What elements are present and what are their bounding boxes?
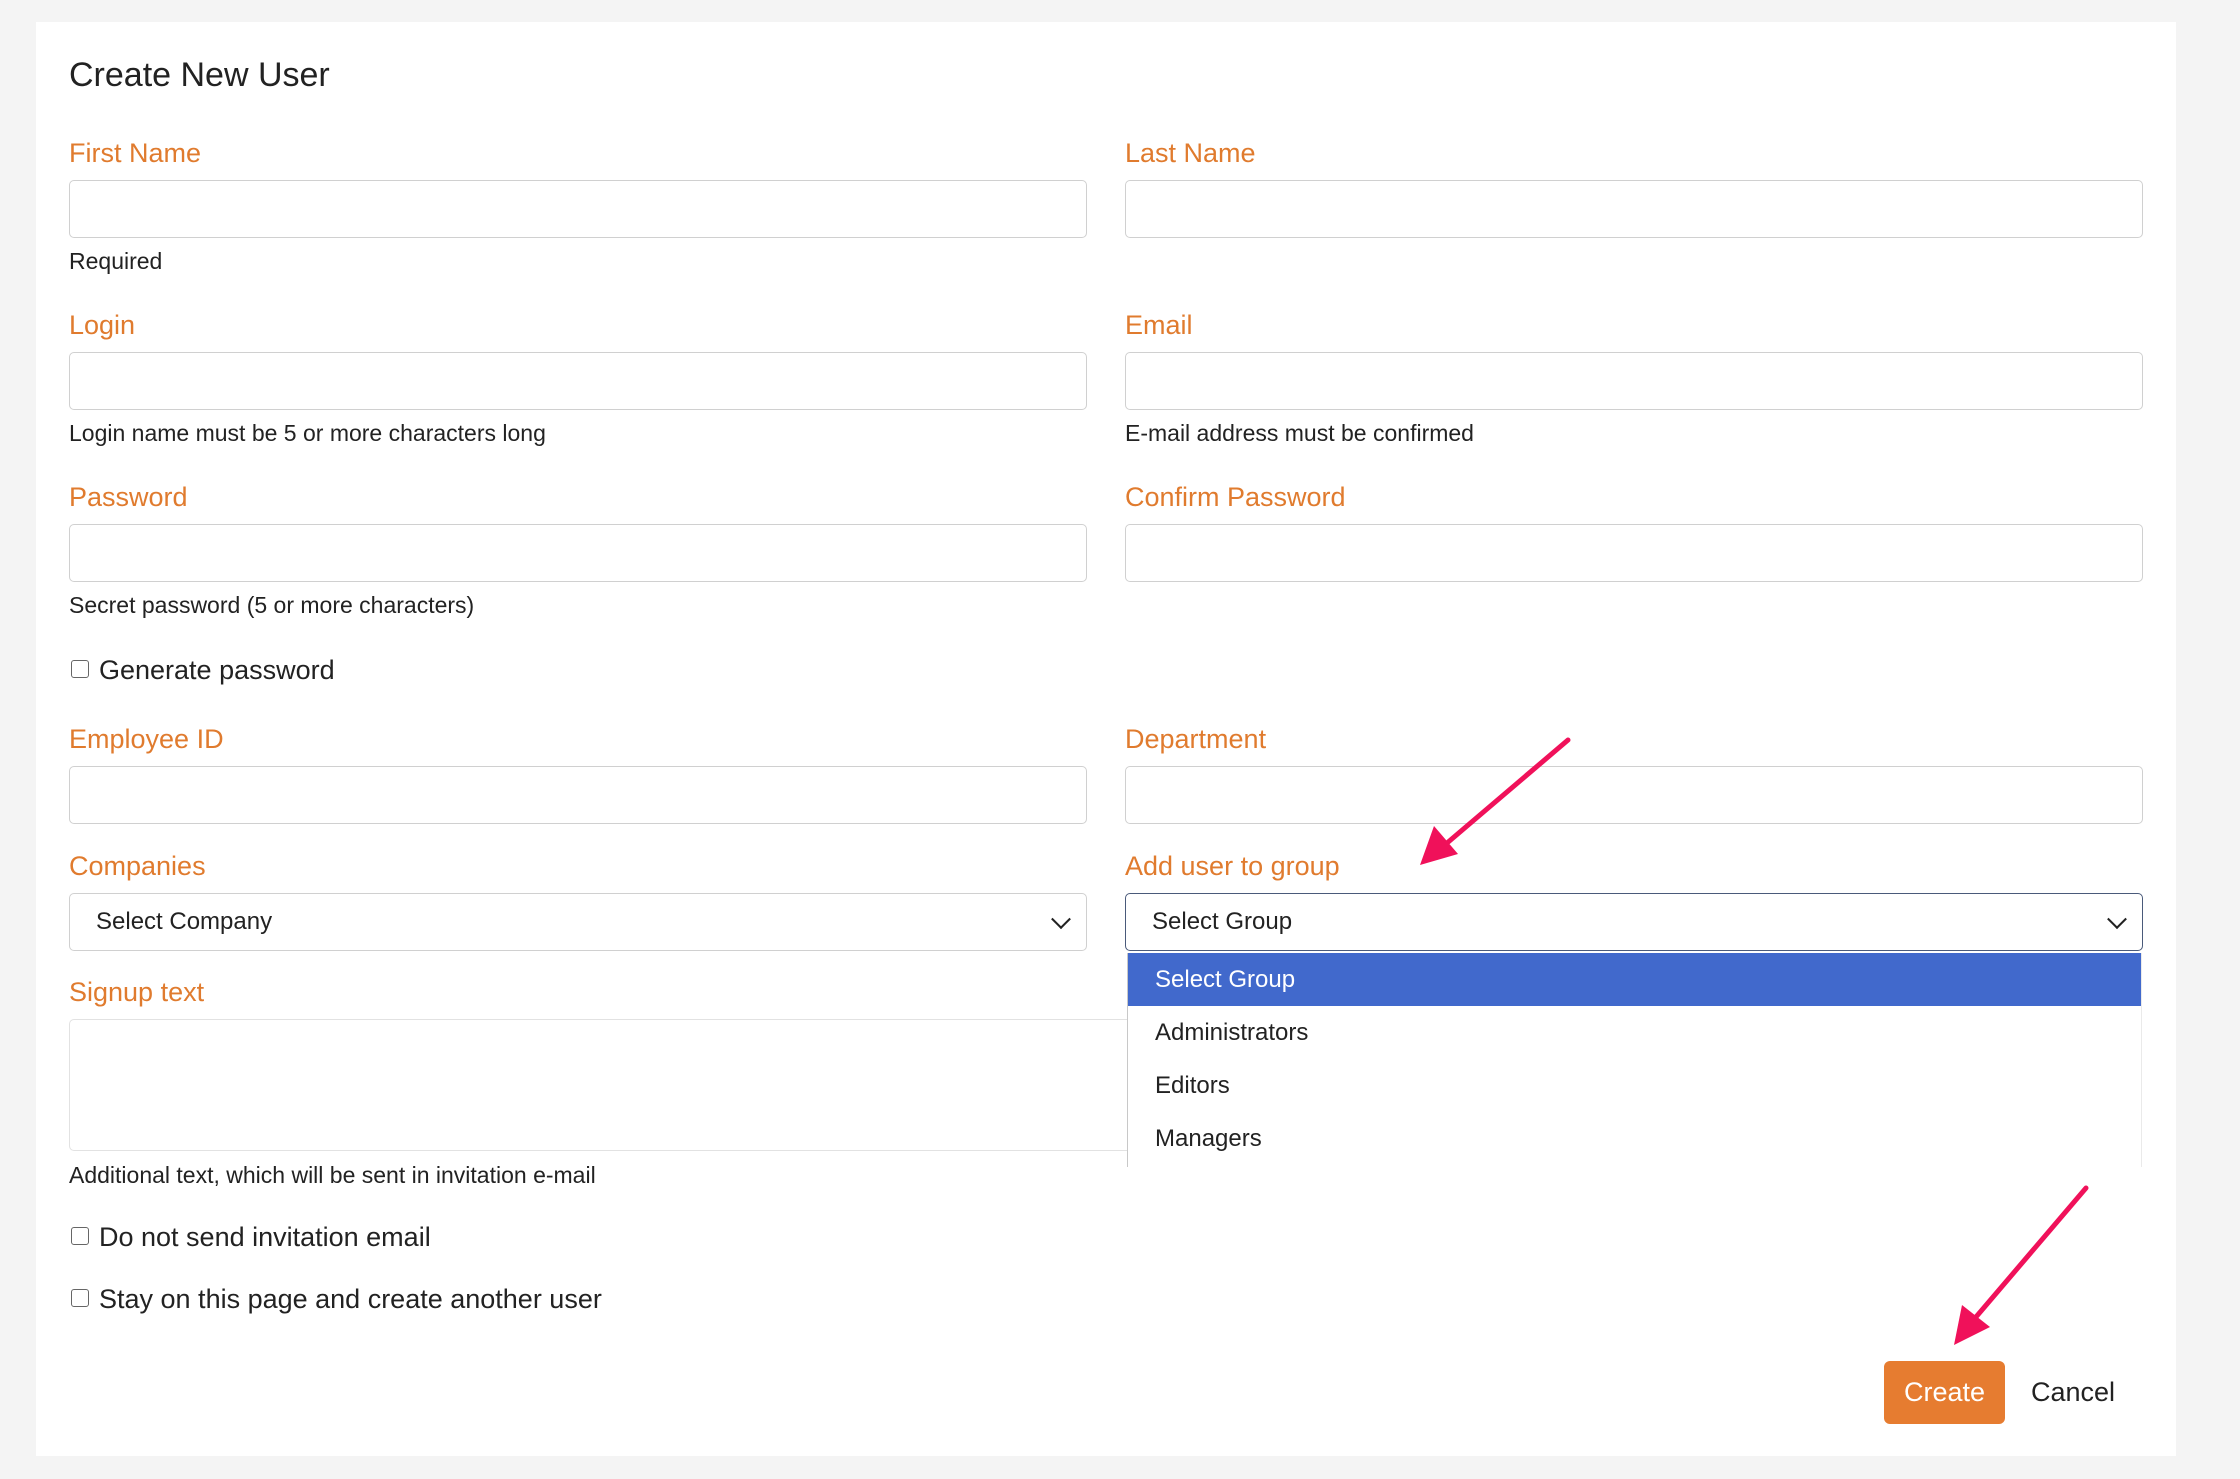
stay-on-page-row[interactable]: Stay on this page and create another use… [71, 1284, 602, 1315]
email-input[interactable] [1125, 352, 2143, 410]
companies-select[interactable]: Select Company [69, 893, 1087, 951]
companies-selected-value: Select Company [96, 908, 273, 935]
employee-id-input[interactable] [69, 766, 1087, 824]
last-name-label: Last Name [1125, 138, 1256, 168]
department-label: Department [1125, 724, 1267, 754]
stay-on-page-checkbox[interactable] [71, 1288, 89, 1307]
login-help: Login name must be 5 or more characters … [69, 420, 546, 446]
email-help: E-mail address must be confirmed [1125, 420, 1474, 446]
signup-text-textarea[interactable] [69, 1019, 1144, 1151]
no-invitation-row[interactable]: Do not send invitation email [71, 1222, 431, 1253]
group-select[interactable]: Select Group [1125, 893, 2143, 951]
companies-label: Companies [69, 851, 206, 881]
confirm-password-input[interactable] [1125, 524, 2143, 582]
chevron-down-icon [2107, 909, 2127, 930]
chevron-down-icon [1051, 909, 1071, 930]
no-invitation-checkbox[interactable] [71, 1226, 89, 1245]
group-dropdown-list: Select Group Administrators Editors Mana… [1127, 953, 2142, 1167]
password-input[interactable] [69, 524, 1087, 582]
group-option-administrators[interactable]: Administrators [1128, 1006, 2141, 1059]
confirm-password-label: Confirm Password [1125, 482, 1346, 512]
department-input[interactable] [1125, 766, 2143, 824]
create-button[interactable]: Create [1884, 1361, 2005, 1424]
no-invitation-label: Do not send invitation email [99, 1222, 431, 1252]
password-help: Secret password (5 or more characters) [69, 592, 475, 618]
page-title: Create New User [69, 56, 330, 94]
signup-text-label: Signup text [69, 977, 205, 1007]
first-name-input[interactable] [69, 180, 1087, 238]
generate-password-label: Generate password [99, 655, 335, 685]
cancel-button[interactable]: Cancel [2018, 1361, 2128, 1424]
email-label: Email [1125, 310, 1193, 340]
last-name-input[interactable] [1125, 180, 2143, 238]
password-label: Password [69, 482, 188, 512]
generate-password-row[interactable]: Generate password [71, 655, 335, 686]
stay-on-page-label: Stay on this page and create another use… [99, 1284, 602, 1314]
group-option-managers[interactable]: Managers [1128, 1112, 2141, 1165]
generate-password-checkbox[interactable] [71, 659, 89, 678]
group-option-editors[interactable]: Editors [1128, 1059, 2141, 1112]
login-label: Login [69, 310, 136, 340]
first-name-help: Required [69, 248, 163, 274]
signup-text-help: Additional text, which will be sent in i… [69, 1162, 596, 1188]
group-option-select-group[interactable]: Select Group [1128, 953, 2141, 1006]
group-label: Add user to group [1125, 851, 1340, 881]
first-name-label: First Name [69, 138, 202, 168]
employee-id-label: Employee ID [69, 724, 224, 754]
group-selected-value: Select Group [1152, 908, 1293, 935]
login-input[interactable] [69, 352, 1087, 410]
